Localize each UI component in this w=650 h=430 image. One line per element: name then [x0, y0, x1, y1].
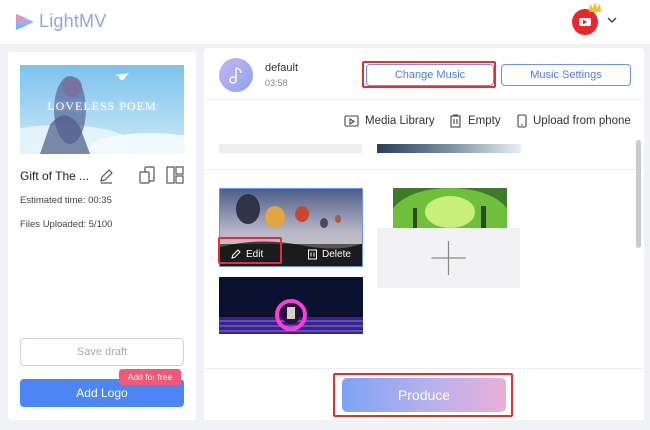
- estimated-time: Estimated time: 00:35: [20, 195, 112, 206]
- app-name: LightMV: [39, 11, 107, 31]
- divider: [204, 169, 644, 170]
- media-scrollbar[interactable]: [636, 140, 641, 248]
- project-panel: LOVELESS POEM Gift of The ... Estimated …: [8, 52, 196, 420]
- upload-from-phone-button[interactable]: Upload from phone: [517, 113, 631, 129]
- edit-button[interactable]: Edit: [230, 248, 263, 260]
- delete-trash-icon: [308, 249, 317, 260]
- lightmv-logo-icon: [16, 13, 34, 30]
- produce-bar: Produce: [204, 368, 644, 420]
- project-thumbnail[interactable]: LOVELESS POEM: [20, 65, 184, 154]
- edit-pencil-icon: [231, 249, 241, 259]
- media-tile-partial[interactable]: [377, 144, 521, 153]
- editor-panel: default 03:58 Change Music Music Setting…: [204, 48, 644, 420]
- chevron-down-icon[interactable]: [606, 15, 618, 25]
- media-tile-partial[interactable]: [219, 144, 362, 153]
- trash-icon: [450, 114, 461, 128]
- upload-from-phone-label: Upload from phone: [533, 115, 631, 127]
- music-bar: default 03:58 Change Music Music Setting…: [204, 48, 644, 100]
- music-track-name: default: [265, 62, 299, 74]
- rename-pencil-icon[interactable]: [98, 168, 114, 184]
- media-library-label: Media Library: [365, 115, 435, 127]
- add-media-tile[interactable]: [377, 228, 520, 288]
- media-library-button[interactable]: Media Library: [344, 113, 435, 129]
- delete-button[interactable]: Delete: [307, 248, 351, 260]
- produce-button[interactable]: Produce: [342, 378, 506, 412]
- add-for-free-badge: Add for free: [119, 369, 181, 385]
- avatar[interactable]: [572, 2, 601, 35]
- plus-icon: [431, 241, 466, 275]
- project-name: Gift of The ...: [20, 169, 90, 183]
- thumbnail-title: LOVELESS POEM: [47, 99, 157, 113]
- media-library-icon: [344, 115, 359, 127]
- crown-icon: [589, 2, 601, 12]
- delete-label: Delete: [322, 248, 351, 260]
- app-logo[interactable]: LightMV: [14, 11, 106, 32]
- music-settings-button[interactable]: Music Settings: [501, 64, 631, 86]
- phone-icon: [517, 114, 527, 128]
- music-note-icon: [229, 67, 242, 84]
- music-duration: 03:58: [265, 78, 288, 88]
- layout-grid-icon[interactable]: [166, 166, 184, 184]
- tile-actions-bar: Edit Delete: [220, 244, 362, 266]
- music-disc: [219, 58, 253, 92]
- media-tile-neon[interactable]: [219, 277, 363, 334]
- aspect-ratio-icon[interactable]: [139, 166, 155, 184]
- neon-portal-image: [219, 277, 363, 334]
- edit-label: Edit: [246, 248, 264, 260]
- save-draft-button[interactable]: Save draft: [20, 338, 184, 366]
- media-tile-balloons[interactable]: Edit Delete: [219, 188, 363, 267]
- empty-button[interactable]: Empty: [449, 113, 501, 129]
- top-header: LightMV: [0, 0, 650, 44]
- files-uploaded-count: Files Uploaded: 5/100: [20, 219, 113, 230]
- empty-label: Empty: [468, 115, 501, 127]
- change-music-button[interactable]: Change Music: [366, 64, 494, 86]
